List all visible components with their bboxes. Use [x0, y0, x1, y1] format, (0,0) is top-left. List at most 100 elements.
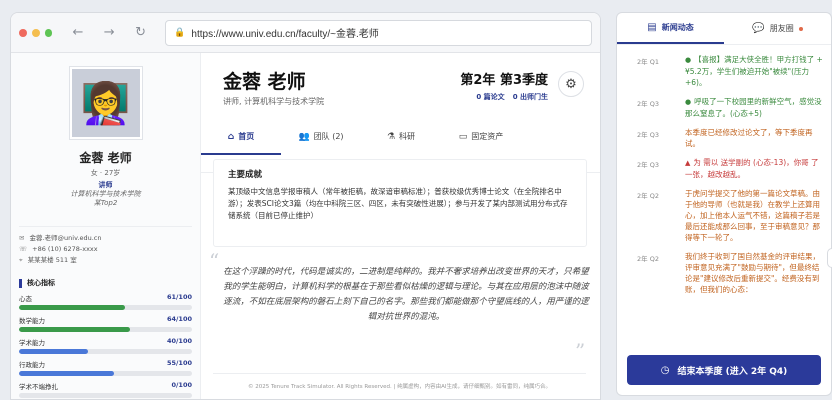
email-text: 金蓉.老师@univ.edu.cn: [29, 234, 102, 242]
phone-icon: ☏: [19, 245, 28, 253]
metrics-list: 心态 61/100 数学能力 64/100 学术能力 40/100 行政能力 55/100 学术…: [19, 293, 192, 399]
news-item: 2年 Q3 ▲ 为 需以 送学副的 (心态-13)，你哥 了一张，越改越乱。: [617, 149, 831, 180]
profile-gender-age: 女 · 27岁: [90, 169, 121, 177]
end-season-button[interactable]: ◷ 结束本季度 (进入 2年 Q4): [627, 355, 821, 385]
contact-info: ✉ 金蓉.老师@univ.edu.cn ☏ +86 (10) 6278-xxxx ⌖…: [19, 226, 192, 266]
metric-value: 55/100: [167, 359, 192, 367]
tab-team-label: 团队 (2): [313, 132, 344, 141]
tab-research[interactable]: ⚗ 科研: [361, 121, 441, 155]
news-text-body: 呼吸了一下校园里的新鲜空气，感觉没那么窒息了。(心态+5): [685, 97, 822, 118]
news-text-body: 【喜报】满足大侠全胜！甲方打钱了 +¥5.2万，学生们被迫开始"被续"(压力+6…: [685, 55, 823, 87]
achievements-text: 某顶级中文信息学报审稿人（常年被拒稿，故深谙审稿标准）；普获校级优秀博士论文（在…: [228, 187, 568, 220]
team-icon: 👥: [298, 132, 310, 142]
end-season-label: 结束本季度 (进入 2年 Q4): [677, 366, 788, 377]
newspaper-icon: ▤: [647, 22, 657, 33]
tab-home-label: 首页: [238, 132, 255, 141]
home-icon: ⌂: [227, 132, 235, 142]
panel-collapse-handle[interactable]: [827, 248, 832, 268]
avatar: 👩‍🏫: [69, 67, 142, 139]
tab-assets[interactable]: ▭ 固定资产: [441, 121, 521, 155]
browser-window: ← → ↻ 🔒 https://www.univ.edu.cn/faculty/…: [10, 12, 601, 400]
tab-assets-label: 固定资产: [471, 132, 504, 141]
status-icon: ●: [685, 56, 692, 64]
news-text: ● 【喜报】满足大侠全胜！甲方打钱了 +¥5.2万，学生们被迫开始"被续"(压力+…: [685, 54, 825, 88]
url-text: https://www.univ.edu.cn/faculty/~金蓉.老师: [191, 29, 379, 40]
news-item: 2年 Q3 ● 呼吸了一下校园里的新鲜空气，感觉没那么窒息了。(心态+5): [617, 88, 831, 119]
news-item: 2年 Q1 ● 【喜报】满足大侠全胜！甲方打钱了 +¥5.2万，学生们被迫开始"被续…: [617, 46, 831, 88]
unread-dot: [798, 26, 803, 31]
metric-bar: [19, 327, 192, 332]
metric-bar: [19, 349, 192, 354]
reload-icon[interactable]: ↻: [130, 25, 151, 40]
news-time: 2年 Q3: [637, 131, 659, 139]
flask-icon: ⚗: [386, 132, 396, 142]
metrics-heading: 核心指标: [19, 278, 192, 288]
address-bar[interactable]: 🔒 https://www.univ.edu.cn/faculty/~金蓉.老师: [165, 19, 592, 46]
status-icon: ▲: [685, 159, 691, 167]
news-text-body: 为 需以 送学副的 (心态-13)，你哥 了一张，越改越乱。: [685, 158, 819, 179]
tab-team[interactable]: 👥 团队 (2): [281, 121, 361, 155]
news-text: 我们终于收到了国自然基金的评审结果，评审意见充满了"鼓励与期待"，但最终结论是"…: [685, 251, 825, 295]
student-count: 0 出师门生: [512, 93, 548, 101]
tab-research-label: 科研: [399, 132, 416, 141]
tab-home[interactable]: ⌂ 首页: [201, 121, 281, 155]
metric-bar: [19, 371, 192, 376]
profile-sidebar: 👩‍🏫 金蓉 老师 女 · 27岁 讲师 计算机科学与技术学院 某Top2 ✉ 金…: [11, 53, 201, 399]
window-maximize-dot[interactable]: [44, 28, 53, 37]
tab-news[interactable]: ▤ 新闻动态: [617, 13, 724, 44]
news-time: 2年 Q2: [637, 192, 659, 200]
news-text: 于虎问学提交了他的第一篇论文草稿。由于他的导师（也就是我）在教学上还算用心，加上…: [685, 188, 825, 243]
news-text: ● 呼吸了一下校园里的新鲜空气，感觉没那么窒息了。(心态+5): [685, 96, 825, 119]
metric-value: 64/100: [167, 315, 192, 323]
news-time: 2年 Q1: [637, 58, 659, 66]
metrics-heading-text: 核心指标: [27, 279, 55, 287]
window-close-dot[interactable]: [19, 28, 27, 37]
forward-arrow-icon[interactable]: →: [99, 25, 120, 40]
page-header: 金蓉 老师 讲师, 计算机科学与技术学院 第2年 第3季度 0 篇论文 0 出师门…: [201, 53, 600, 173]
chat-icon: 💬: [752, 23, 765, 34]
tab-moments[interactable]: 💬 朋友圈: [724, 13, 831, 44]
metric-item: 学术能力 40/100: [19, 337, 192, 354]
phone-text: +86 (10) 6278-xxxx: [32, 245, 98, 253]
achievements-heading: 主要成就: [228, 170, 263, 180]
news-feed[interactable]: 2年 Q1 ● 【喜报】满足大侠全胜！甲方打钱了 +¥5.2万，学生们被迫开始"被续…: [617, 46, 831, 342]
profile-role: 讲师: [98, 181, 113, 189]
monitor-icon: ▭: [458, 132, 468, 142]
page-footer: © 2025 Tenure Track Simulator. All Right…: [213, 373, 586, 390]
open-quote-icon: “: [209, 249, 220, 273]
window-minimize-dot[interactable]: [31, 28, 40, 37]
season-info: 第2年 第3季度 0 篇论文 0 出师门生: [460, 69, 548, 102]
news-text-body: 于虎问学提交了他的第一篇论文草稿。由于他的导师（也就是我）在教学上还算用心，加上…: [685, 189, 820, 242]
clock-icon: ◷: [660, 364, 670, 376]
profile-department: 计算机科学与技术学院: [70, 190, 141, 198]
metric-value: 40/100: [167, 337, 192, 345]
location-icon: ⌖: [19, 256, 23, 264]
metric-item: 数学能力 64/100: [19, 315, 192, 332]
news-item: 2年 Q2 我们终于收到了国自然基金的评审结果，评审意见充满了"鼓励与期待"，但最…: [617, 243, 831, 295]
metric-item: 学术不端挣扎 0/100: [19, 381, 192, 398]
news-text-body: 本季度已经修改过论文了，等下季度再试。: [685, 128, 813, 148]
avatar-emoji: 👩‍🏫: [80, 80, 131, 127]
news-item: 2年 Q3 本季度已经修改过论文了，等下季度再试。: [617, 119, 831, 149]
metric-label: 数学能力: [19, 317, 45, 325]
profile-motto: 某Top2: [93, 199, 118, 207]
back-arrow-icon[interactable]: ←: [67, 25, 88, 40]
tab-news-label: 新闻动态: [661, 23, 694, 32]
main-tabs: ⌂ 首页 👥 团队 (2) ⚗ 科研 ▭ 固定资产: [201, 121, 600, 155]
metric-label: 行政能力: [19, 361, 45, 369]
settings-gear-icon[interactable]: ⚙: [558, 71, 584, 97]
metric-label: 学术不端挣扎: [19, 383, 58, 391]
status-icon: ●: [685, 98, 692, 106]
motto-quote: 在这个浮躁的时代，代码是诚实的，二进制是纯粹的。我并不奢求培养出改变世界的天才，…: [223, 267, 589, 322]
news-item: 2年 Q2 于虎问学提交了他的第一篇论文草稿。由于他的导师（也就是我）在教学上还算…: [617, 180, 831, 243]
metric-item: 心态 61/100: [19, 293, 192, 310]
lock-icon: 🔒: [174, 27, 186, 37]
metric-value: 0/100: [171, 381, 192, 389]
paper-count: 0 篇论文: [476, 93, 505, 101]
news-time: 2年 Q2: [637, 255, 659, 263]
close-quote-icon: ”: [575, 339, 586, 363]
news-text: 本季度已经修改过论文了，等下季度再试。: [685, 127, 825, 149]
news-text-body: 我们终于收到了国自然基金的评审结果，评审意见充满了"鼓励与期待"，但最终结论是"…: [685, 252, 820, 294]
mail-icon: ✉: [19, 234, 25, 242]
achievements-card: 主要成就 某顶级中文信息学报审稿人（常年被拒稿，故深谙审稿标准）；普获校级优秀博…: [213, 159, 587, 247]
